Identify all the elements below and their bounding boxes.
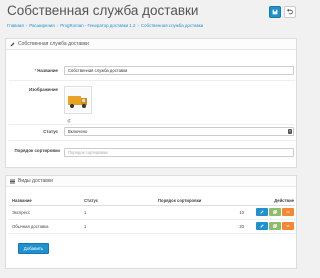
- add-button[interactable]: Добавить: [18, 243, 49, 254]
- shipping-types-panel: Виды доставки Название Статус Порядок со…: [5, 175, 297, 269]
- image-thumbnail[interactable]: [64, 86, 92, 123]
- breadcrumb-module[interactable]: ProgRoman - Генератор доставки 1.2: [60, 23, 135, 28]
- col-status: Статус: [81, 196, 155, 206]
- row-name: Обычная доставка: [9, 219, 81, 234]
- image-label: Изображение: [28, 87, 58, 92]
- row-actions: [247, 205, 295, 220]
- panel-title: Собственная служба доставки: [18, 41, 89, 47]
- edit-button[interactable]: [256, 208, 268, 216]
- name-label: *Название: [34, 68, 58, 73]
- row-sort: 10: [155, 205, 247, 220]
- copy-button[interactable]: [269, 222, 281, 230]
- delivery-truck-image: [66, 88, 90, 112]
- copy-icon: [273, 224, 277, 228]
- edit-button[interactable]: [256, 222, 268, 230]
- breadcrumb-extensions[interactable]: Расширения: [29, 23, 55, 28]
- panel-heading: Собственная служба доставки: [6, 39, 296, 50]
- row-actions: [247, 219, 295, 234]
- divider: [9, 80, 295, 81]
- col-action: Действие: [247, 196, 295, 206]
- sort-label: Порядок сортировки: [14, 148, 60, 153]
- back-arrow-icon: [287, 9, 293, 15]
- chevron-down-icon: ▾: [288, 129, 292, 134]
- pencil-icon: [260, 210, 264, 214]
- save-icon: [272, 9, 278, 15]
- back-button[interactable]: [284, 6, 296, 18]
- row-status: 1: [81, 205, 155, 220]
- shipping-form-panel: Собственная служба доставки *Название Со…: [5, 38, 297, 168]
- page-header: Собственная служба доставки Главная › Расш…: [0, 0, 300, 32]
- minus-icon: [286, 211, 290, 213]
- name-input[interactable]: Собственная служба доставки: [64, 66, 294, 75]
- pencil-icon: [10, 42, 15, 46]
- pencil-icon: [260, 224, 264, 228]
- copy-button[interactable]: [269, 208, 281, 216]
- refresh-icon[interactable]: [67, 119, 71, 123]
- breadcrumb-home[interactable]: Главная: [7, 23, 24, 28]
- copy-icon: [273, 210, 277, 214]
- status-select[interactable]: Включено ▾: [64, 127, 294, 136]
- table-row: Обычная доставка 1 20: [9, 219, 295, 234]
- save-button[interactable]: [269, 6, 281, 18]
- col-name: Название: [9, 196, 81, 206]
- list-icon: [10, 179, 15, 183]
- row-status: 1: [81, 219, 155, 234]
- delete-button[interactable]: [282, 208, 294, 216]
- minus-icon: [286, 225, 290, 227]
- status-value: Включено: [68, 129, 88, 134]
- col-sort: Порядок сортировки: [155, 196, 247, 206]
- delete-button[interactable]: [282, 222, 294, 230]
- divider: [9, 140, 295, 141]
- table-row: Экспресс 1 10: [9, 205, 295, 220]
- breadcrumb: Главная › Расширения › ProgRoman - Генератор…: [7, 23, 204, 28]
- status-label: Статус: [43, 129, 58, 134]
- shipping-types-table: Название Статус Порядок сортировки Дейст…: [9, 196, 295, 234]
- row-name: Экспресс: [9, 205, 81, 220]
- divider: [9, 124, 295, 125]
- page-title: Собственная служба доставки: [7, 3, 199, 18]
- panel-title: Виды доставки: [18, 178, 53, 184]
- panel-heading: Виды доставки: [6, 176, 296, 187]
- sort-order-input[interactable]: Порядок сортировки: [64, 148, 294, 157]
- row-sort: 20: [155, 219, 247, 234]
- breadcrumb-current[interactable]: Собственная служба доставки: [141, 23, 203, 28]
